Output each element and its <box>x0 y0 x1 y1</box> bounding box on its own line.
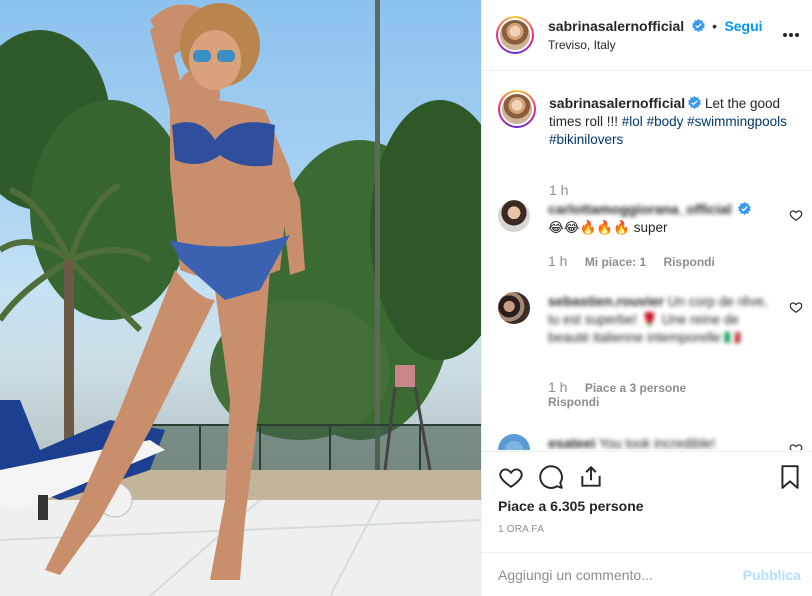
comment-text: You look incredible! <box>599 436 716 450</box>
more-horizontal-icon[interactable] <box>782 32 800 38</box>
share-icon[interactable] <box>578 464 604 490</box>
post-timestamp[interactable]: 1 ORA FA <box>498 524 544 535</box>
comment-item: sebastien.rouvier Un corp de rêve, tu es… <box>498 292 803 412</box>
verified-icon <box>738 202 752 215</box>
bookmark-icon[interactable] <box>777 464 803 490</box>
post-actions: Piace a 6.305 persone 1 ORA FA Pubblica <box>482 451 812 596</box>
caption-time[interactable]: 1 h <box>549 182 568 198</box>
comment-input[interactable] <box>498 565 738 585</box>
caption-avatar[interactable] <box>498 90 536 128</box>
reply-button[interactable]: Rispondi <box>664 255 715 269</box>
comment-avatar[interactable] <box>498 292 530 324</box>
comment-username[interactable]: sebastien.rouvier <box>548 293 664 309</box>
comment-likes[interactable]: Mi piace: 1 <box>585 255 646 269</box>
verified-icon <box>691 19 705 32</box>
comment-avatar[interactable] <box>498 434 530 450</box>
comment-item: esateei You look incredible! <box>498 434 803 450</box>
follow-button[interactable]: Segui <box>724 18 762 34</box>
comment-avatar[interactable] <box>498 200 530 232</box>
comment-username[interactable]: esateei <box>548 435 595 450</box>
comment-time[interactable]: 1 h <box>548 253 567 269</box>
caption-username[interactable]: sabrinasalernofficial <box>549 95 685 111</box>
caption: sabrinasalernofficial Let the good times… <box>498 90 803 198</box>
post-header: sabrinasalernofficial • Segui Treviso, I… <box>482 0 812 71</box>
post-photo[interactable] <box>0 0 481 596</box>
separator-dot: • <box>712 18 717 34</box>
comment-likes[interactable]: Piace a 3 persone <box>585 381 686 395</box>
hashtag-body[interactable]: #body <box>647 114 684 129</box>
reply-button[interactable]: Rispondi <box>548 395 599 409</box>
photo-illustration <box>0 0 481 596</box>
comment-time[interactable]: 1 h <box>548 379 567 395</box>
comment-text: 😂😂🔥🔥🔥 super <box>548 220 668 235</box>
add-comment-bar: Pubblica <box>482 552 812 596</box>
publish-button[interactable]: Pubblica <box>743 567 801 583</box>
comment-like-heart-icon[interactable] <box>789 300 803 314</box>
verified-icon <box>688 96 702 109</box>
hashtag-lol[interactable]: #lol <box>622 114 643 129</box>
post-location[interactable]: Treviso, Italy <box>548 38 616 52</box>
comment-like-heart-icon[interactable] <box>789 208 803 222</box>
likes-count[interactable]: Piace a 6.305 persone <box>498 498 644 514</box>
hashtag-swimmingpools[interactable]: #swimmingpools <box>687 114 787 129</box>
like-heart-icon[interactable] <box>498 464 524 490</box>
comment-item: carlottamoggiorana_official 😂😂🔥🔥🔥 super … <box>498 200 803 280</box>
comment-username[interactable]: carlottamoggiorana_official <box>548 201 732 217</box>
author-avatar[interactable] <box>496 16 534 54</box>
author-username[interactable]: sabrinasalernofficial <box>548 18 684 34</box>
comments-list[interactable]: sabrinasalernofficial Let the good times… <box>482 72 812 450</box>
comment-like-heart-icon[interactable] <box>789 442 803 450</box>
comment-bubble-icon[interactable] <box>538 464 564 490</box>
hashtag-bikinilovers[interactable]: #bikinilovers <box>549 132 623 147</box>
post-side-panel: sabrinasalernofficial • Segui Treviso, I… <box>481 0 812 596</box>
